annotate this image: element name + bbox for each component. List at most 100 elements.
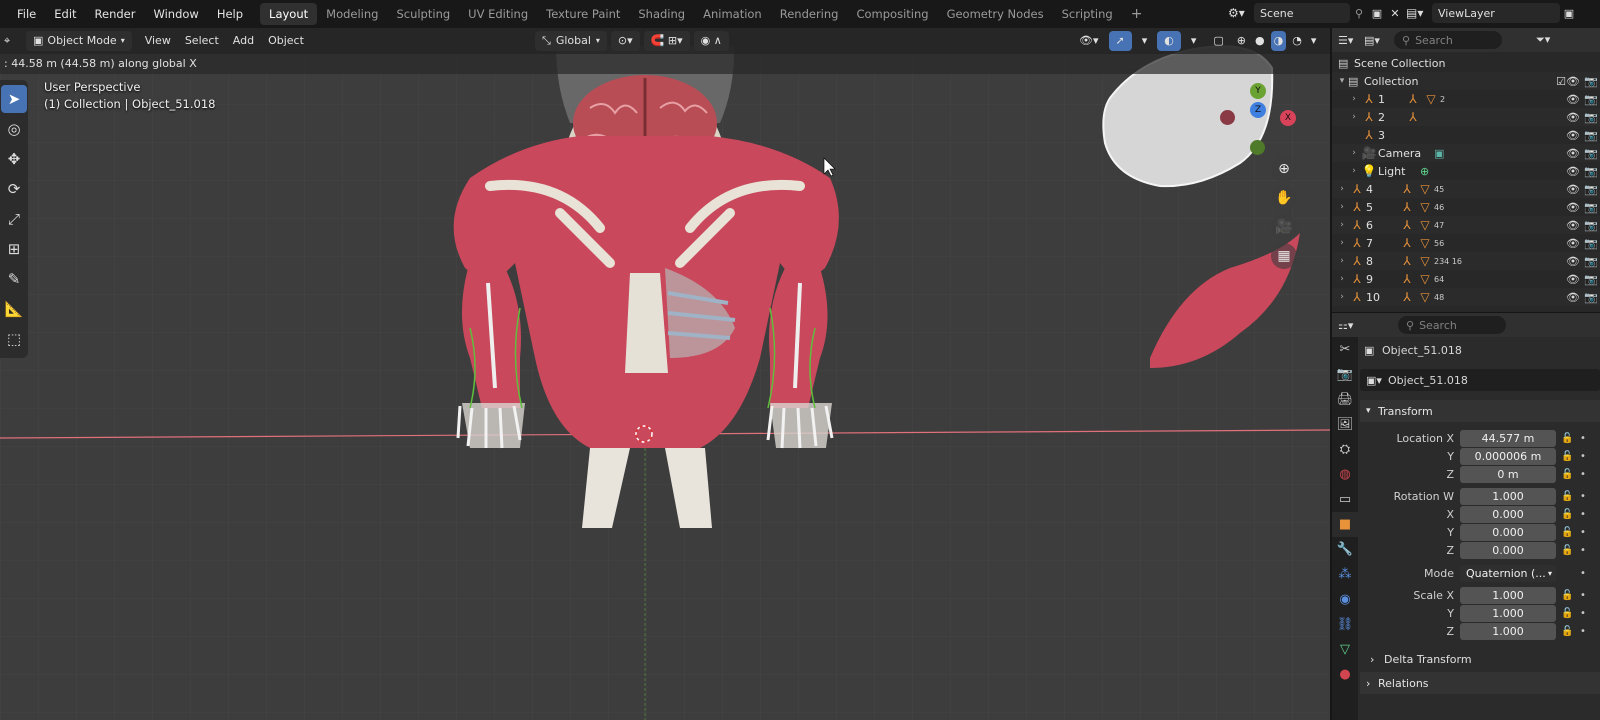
menu-file[interactable]: File bbox=[8, 0, 45, 28]
lock-icon[interactable]: 🔓 bbox=[1561, 626, 1575, 637]
chevron-right-icon[interactable]: › bbox=[1336, 220, 1348, 230]
add-cube-tool-icon[interactable]: ⬚ bbox=[1, 325, 27, 353]
keyframe-dot-icon[interactable]: • bbox=[1580, 469, 1586, 480]
lock-icon[interactable]: 🔓 bbox=[1561, 590, 1575, 601]
menu-add[interactable]: Add bbox=[226, 31, 261, 51]
camera-render-icon[interactable]: 📷 bbox=[1584, 147, 1598, 160]
camera-render-icon[interactable]: 📷 bbox=[1584, 183, 1598, 196]
gizmo-z-axis[interactable]: Z bbox=[1250, 102, 1266, 118]
outliner-item[interactable]: › ⅄ 9 ⅄ ▽ 64 👁 📷 bbox=[1332, 270, 1600, 288]
menu-edit[interactable]: Edit bbox=[45, 0, 85, 28]
transform-orientation-selector[interactable]: ⤡ Global ▾ bbox=[535, 31, 607, 51]
outliner-editor-icon[interactable]: ☰▾ bbox=[1338, 34, 1364, 47]
keyframe-dot-icon[interactable]: • bbox=[1580, 451, 1586, 462]
eye-icon[interactable]: 👁 bbox=[1566, 165, 1580, 178]
outliner-item[interactable]: ⅄ 3 👁 📷 bbox=[1332, 126, 1600, 144]
view-layer-icon[interactable]: ▤▾ bbox=[1406, 6, 1432, 20]
eye-icon[interactable]: 👁 bbox=[1566, 237, 1580, 250]
menu-window[interactable]: Window bbox=[144, 0, 207, 28]
camera-view-icon[interactable]: 🎥 bbox=[1271, 214, 1297, 240]
lock-icon[interactable]: 🔓 bbox=[1561, 545, 1575, 556]
keyframe-dot-icon[interactable]: • bbox=[1580, 608, 1586, 619]
tab-layout[interactable]: Layout bbox=[260, 3, 318, 25]
outliner-item[interactable]: › ⅄ 10 ⅄ ▽ 48 👁 📷 bbox=[1332, 288, 1600, 306]
eye-icon[interactable]: 👁 bbox=[1566, 183, 1580, 196]
chevron-right-icon[interactable]: › bbox=[1348, 166, 1360, 176]
scale-x-field[interactable]: 1.000 bbox=[1460, 586, 1556, 604]
rotation-w-field[interactable]: 1.000 bbox=[1460, 487, 1556, 505]
collection-tab-icon[interactable]: ▭ bbox=[1332, 487, 1358, 512]
display-mode-icon[interactable]: ▤▾ bbox=[1364, 34, 1394, 47]
scale-tool-icon[interactable]: ⤢ bbox=[1, 205, 27, 233]
tab-sculpting[interactable]: Sculpting bbox=[387, 3, 459, 25]
outliner-item[interactable]: › 💡 Light ⊕ 👁 📷 bbox=[1332, 162, 1600, 180]
keyframe-dot-icon[interactable]: • bbox=[1580, 568, 1586, 579]
checkbox-icon[interactable]: ☑ bbox=[1556, 75, 1566, 88]
lock-icon[interactable]: 🔓 bbox=[1561, 433, 1575, 444]
menu-select[interactable]: Select bbox=[178, 31, 226, 51]
lock-icon[interactable]: 🔓 bbox=[1561, 608, 1575, 619]
outliner-item[interactable]: › ⅄ 1 ⅄ ▽ 2 👁 📷 bbox=[1332, 90, 1600, 108]
camera-render-icon[interactable]: 📷 bbox=[1584, 75, 1598, 88]
keyframe-dot-icon[interactable]: • bbox=[1580, 509, 1586, 520]
scene-tab-icon[interactable]: ⛭ bbox=[1332, 437, 1358, 462]
gizmo-y-axis[interactable]: Y bbox=[1250, 83, 1266, 99]
shading-material-icon[interactable]: ◑ bbox=[1270, 31, 1287, 51]
transform-panel-header[interactable]: ▾ Transform bbox=[1360, 400, 1600, 422]
eye-icon[interactable]: 👁 bbox=[1566, 201, 1580, 214]
chevron-right-icon[interactable]: › bbox=[1336, 202, 1348, 212]
constraints-tab-icon[interactable]: ⛓ bbox=[1332, 612, 1358, 637]
chevron-down-icon[interactable]: ▾ bbox=[1336, 76, 1348, 86]
proportional-edit-button[interactable]: ◉ ∧ bbox=[693, 31, 729, 51]
outliner-search-input[interactable]: ⚲ Search bbox=[1394, 31, 1502, 49]
output-tab-icon[interactable]: 🖨 bbox=[1332, 387, 1358, 412]
outliner-item[interactable]: › ⅄ 6 ⅄ ▽ 47 👁 📷 bbox=[1332, 216, 1600, 234]
zoom-icon[interactable]: ⊕ bbox=[1271, 156, 1297, 182]
lock-icon[interactable]: 🔓 bbox=[1561, 509, 1575, 520]
keyframe-dot-icon[interactable]: • bbox=[1580, 590, 1586, 601]
tab-texture-paint[interactable]: Texture Paint bbox=[537, 3, 629, 25]
overlay-dropdown-icon[interactable]: ▾ bbox=[1184, 31, 1204, 51]
tab-compositing[interactable]: Compositing bbox=[847, 3, 937, 25]
gizmo-x-axis[interactable]: X bbox=[1280, 110, 1296, 126]
camera-render-icon[interactable]: 📷 bbox=[1584, 237, 1598, 250]
rotation-z-field[interactable]: 0.000 bbox=[1460, 541, 1556, 559]
rotation-y-field[interactable]: 0.000 bbox=[1460, 523, 1556, 541]
view-layer-tab-icon[interactable]: 🖼 bbox=[1332, 412, 1358, 437]
location-z-field[interactable]: 0 m bbox=[1460, 465, 1556, 483]
eye-icon[interactable]: 👁 bbox=[1566, 273, 1580, 286]
camera-render-icon[interactable]: 📷 bbox=[1584, 93, 1598, 106]
view-layer-selector[interactable]: ViewLayer bbox=[1432, 3, 1560, 23]
measure-tool-icon[interactable]: 📐 bbox=[1, 295, 27, 323]
eye-icon[interactable]: 👁 bbox=[1566, 93, 1580, 106]
outliner-item[interactable]: › 🎥 Camera ▣ 👁 📷 bbox=[1332, 144, 1600, 162]
snap-button[interactable]: 🧲 ⊞▾ bbox=[643, 31, 690, 51]
shading-solid-icon[interactable]: ● bbox=[1252, 31, 1268, 51]
relations-panel-header[interactable]: › Relations bbox=[1360, 672, 1600, 694]
location-x-field[interactable]: 44.577 m bbox=[1460, 429, 1556, 447]
shading-wireframe-icon[interactable]: ⊕ bbox=[1234, 31, 1249, 51]
pivot-point-button[interactable]: ⊙▾ bbox=[610, 31, 640, 51]
eye-icon[interactable]: 👁 bbox=[1566, 255, 1580, 268]
pin-icon[interactable]: ⚲ bbox=[1350, 7, 1368, 20]
add-workspace-button[interactable]: + bbox=[1122, 3, 1152, 25]
tab-uv-editing[interactable]: UV Editing bbox=[459, 3, 537, 25]
eye-icon[interactable]: 👁 bbox=[1566, 147, 1580, 160]
chevron-right-icon[interactable]: › bbox=[1336, 184, 1348, 194]
tab-scripting[interactable]: Scripting bbox=[1053, 3, 1122, 25]
shading-dropdown-icon[interactable]: ▾ bbox=[1308, 31, 1320, 51]
outliner-item[interactable]: › ⅄ 8 ⅄ ▽ 234 16 👁 📷 bbox=[1332, 252, 1600, 270]
chevron-right-icon[interactable]: › bbox=[1336, 292, 1348, 302]
lock-icon[interactable]: 🔓 bbox=[1561, 451, 1575, 462]
eye-icon[interactable]: 👁 bbox=[1566, 111, 1580, 124]
modifier-tab-icon[interactable]: 🔧 bbox=[1332, 537, 1358, 562]
chevron-right-icon[interactable]: › bbox=[1348, 112, 1360, 122]
scene-selector[interactable]: Scene bbox=[1254, 3, 1350, 23]
3d-viewport[interactable]: ⌖ ▣ Object Mode ▾ View Select Add Object… bbox=[0, 28, 1330, 720]
tab-geometry-nodes[interactable]: Geometry Nodes bbox=[938, 3, 1053, 25]
properties-search-input[interactable]: ⚲ Search bbox=[1398, 316, 1506, 334]
scale-z-field[interactable]: 1.000 bbox=[1460, 622, 1556, 640]
rotation-mode-select[interactable]: Quaternion (... ▾ bbox=[1460, 564, 1556, 582]
render-tab-icon[interactable]: 📷 bbox=[1332, 362, 1358, 387]
gizmo-neg-x-axis[interactable] bbox=[1220, 110, 1235, 125]
